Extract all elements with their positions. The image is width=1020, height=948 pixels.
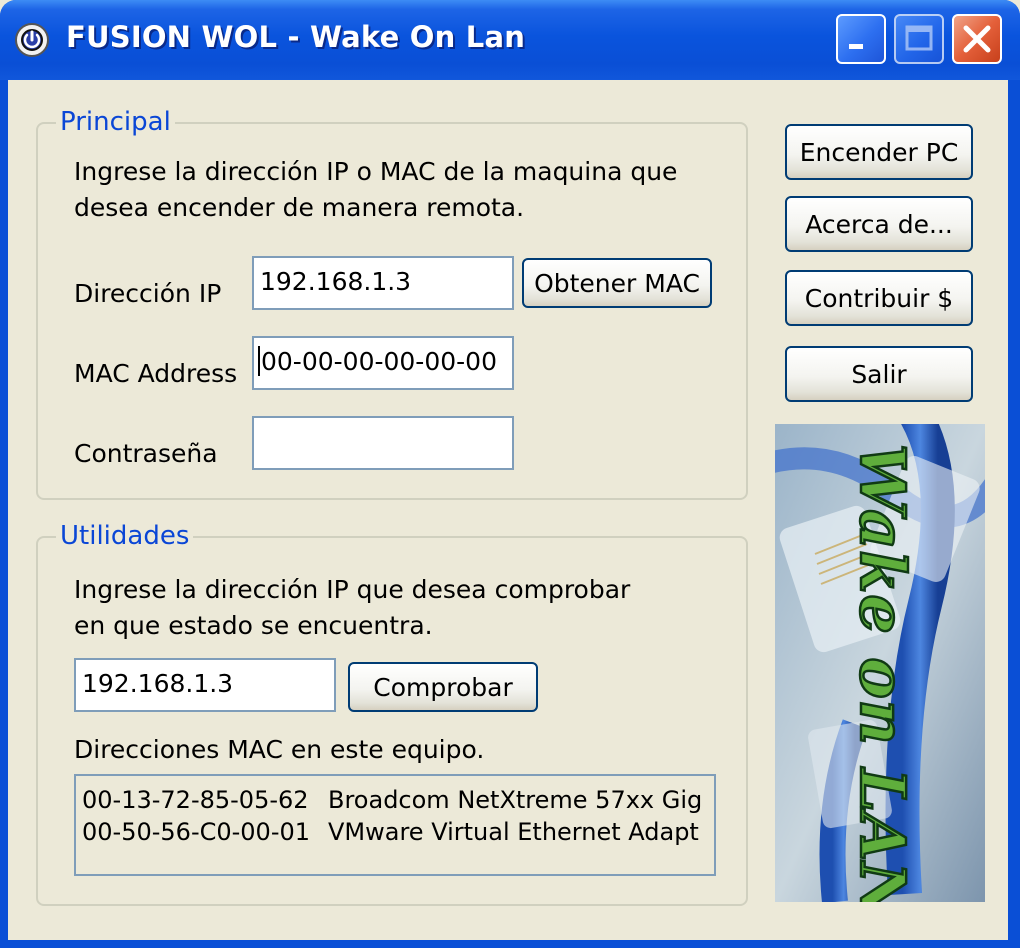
network-cable-image: Wake on LAN — [775, 424, 985, 902]
banner-text: Wake on LAN — [846, 444, 919, 902]
list-item-adapter: VMware Virtual Ethernet Adapt — [328, 818, 699, 846]
power-icon[interactable] — [14, 22, 50, 58]
list-item-mac: 00-50-56-C0-00-01 — [82, 818, 311, 846]
close-button[interactable] — [952, 14, 1002, 64]
password-label: Contraseña — [74, 439, 218, 468]
principal-instruction-line2: desea encender de manera remota. — [74, 193, 525, 222]
mac-address-input[interactable]: 00-00-00-00-00-00 — [252, 336, 514, 390]
principal-group-label: Principal — [56, 106, 175, 138]
client-area: Principal Ingrese la dirección IP o MAC … — [8, 80, 1008, 940]
list-item-adapter: Broadcom NetXtreme 57xx Gig — [328, 786, 703, 814]
utilidades-instruction-line1: Ingrese la dirección IP que desea compro… — [74, 575, 631, 604]
maximize-icon — [905, 25, 933, 51]
list-item[interactable]: 00-50-56-C0-00-01 VMware Virtual Ethernet… — [82, 816, 714, 848]
wake-on-lan-banner: Wake on LAN — [775, 424, 985, 902]
mac-list[interactable]: 00-13-72-85-05-62 Broadcom NetXtreme 57xx… — [74, 774, 716, 876]
text-caret — [258, 346, 260, 376]
password-input[interactable] — [252, 416, 514, 470]
ip-input[interactable]: 192.168.1.3 — [252, 256, 514, 310]
list-item[interactable]: 00-13-72-85-05-62 Broadcom NetXtreme 57xx… — [82, 784, 714, 816]
utilidades-instruction-line2: en que estado se encuentra. — [74, 611, 433, 640]
list-item-mac: 00-13-72-85-05-62 — [82, 786, 309, 814]
maximize-button[interactable] — [894, 14, 944, 64]
minimize-button[interactable] — [836, 14, 886, 64]
principal-instruction-line1: Ingrese la dirección IP o MAC de la maqu… — [74, 157, 678, 186]
utilidades-group-label: Utilidades — [56, 520, 194, 552]
title-bar[interactable]: FUSION WOL - Wake On Lan — [0, 0, 1020, 80]
about-button[interactable]: Acerca de... — [785, 196, 973, 252]
close-icon — [963, 25, 991, 53]
check-ip-input[interactable]: 192.168.1.3 — [74, 658, 336, 712]
app-window: FUSION WOL - Wake On Lan Principal Ingre… — [0, 0, 1020, 948]
contribute-button[interactable]: Contribuir $ — [785, 270, 973, 326]
mac-address-label: MAC Address — [74, 359, 238, 388]
minimize-icon — [849, 44, 863, 49]
power-on-button[interactable]: Encender PC — [785, 124, 973, 180]
check-button[interactable]: Comprobar — [348, 662, 538, 712]
ip-label: Dirección IP — [74, 279, 222, 308]
mac-address-value: 00-00-00-00-00-00 — [261, 347, 497, 376]
exit-button[interactable]: Salir — [785, 346, 973, 402]
window-title: FUSION WOL - Wake On Lan — [66, 20, 526, 54]
mac-list-label: Direcciones MAC en este equipo. — [74, 735, 485, 764]
get-mac-button[interactable]: Obtener MAC — [522, 258, 712, 308]
